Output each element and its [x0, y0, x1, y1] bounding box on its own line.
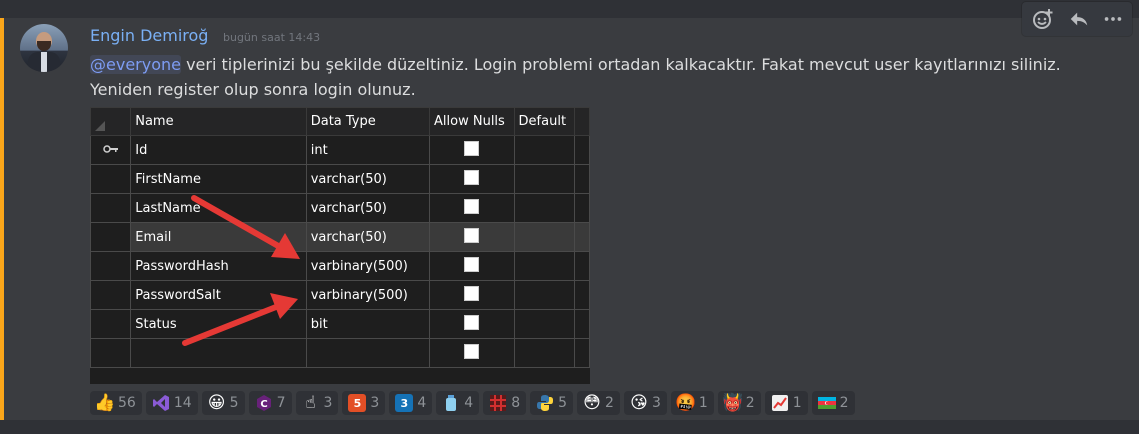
reaction[interactable]: 😘 3 [623, 391, 667, 415]
timestamp[interactable]: bugün saat 14:43 [223, 31, 320, 44]
message-line-2: Yeniden register olup sonra login olunuz… [90, 80, 416, 99]
reactions-bar: 👍 56 14 😀 5 C 7 ☝ 3 5 3 3 4 4 8 5 😳 2 😘 … [90, 391, 855, 415]
svg-text:C: C [260, 399, 267, 410]
reaction[interactable]: 5 [530, 391, 574, 415]
add-reaction-button[interactable] [1026, 2, 1060, 36]
username[interactable]: Engin Demiroğ [90, 26, 208, 45]
message-line-1: veri tiplerinizi bu şekilde düzeltiniz. … [180, 55, 1061, 74]
mention-highlight-bar [0, 18, 4, 420]
red-arrow-icon [182, 293, 298, 346]
point-up-icon: ☝ [305, 393, 316, 413]
red-arrow-icon [191, 195, 300, 259]
reaction[interactable]: 4 [436, 391, 480, 415]
reaction[interactable]: ☝ 3 [295, 391, 339, 415]
add-reaction-icon [1033, 9, 1053, 29]
reaction[interactable]: C 7 [248, 391, 292, 415]
reaction[interactable]: 14 [145, 391, 198, 415]
bottle-icon [442, 394, 460, 412]
thumbs-up-icon: 👍 [94, 393, 116, 413]
reaction[interactable]: 3 4 [389, 391, 433, 415]
reaction[interactable]: 👍 56 [90, 391, 142, 415]
chart-increasing-icon [771, 394, 789, 412]
more-button[interactable] [1096, 2, 1130, 36]
reply-button[interactable] [1062, 2, 1096, 36]
html5-icon: 5 [348, 394, 367, 412]
azerbaijan-flag-icon [817, 394, 836, 412]
everyone-mention[interactable]: @everyone [90, 55, 181, 74]
avatar[interactable] [20, 24, 68, 72]
reaction[interactable]: 8 [483, 391, 527, 415]
message-content: @everyone veri tiplerinizi bu şekilde dü… [90, 52, 1100, 102]
visual-studio-icon [152, 394, 170, 412]
reaction[interactable]: 5 3 [342, 391, 386, 415]
cursing-face-icon: 🤬 [675, 393, 697, 413]
message-actions-bar [1022, 2, 1132, 36]
more-icon [1104, 17, 1122, 21]
grinning-face-icon: 😀 [207, 393, 226, 413]
reaction[interactable]: 😀 5 [201, 391, 245, 415]
reaction[interactable]: 😳 2 [577, 391, 620, 415]
red-grid-icon [489, 394, 507, 412]
previous-message-area [0, 0, 1139, 18]
attachment-image[interactable]: Name Data Type Allow Nulls Default Id in… [89, 107, 590, 384]
flushed-face-icon: 😳 [583, 393, 601, 413]
kissing-face-icon: 😘 [630, 393, 648, 413]
annotation-arrows [182, 195, 300, 346]
css3-icon: 3 [395, 394, 414, 412]
python-icon [536, 394, 554, 412]
reaction[interactable]: 👹 2 [717, 391, 761, 415]
reaction[interactable]: 1 [764, 391, 808, 415]
next-message-area [0, 420, 1139, 434]
reaction[interactable]: 🤬 1 [670, 391, 714, 415]
csharp-icon: C [255, 394, 273, 412]
reaction[interactable]: 2 [811, 391, 855, 415]
ogre-icon: 👹 [722, 393, 744, 413]
reply-icon [1070, 12, 1088, 26]
